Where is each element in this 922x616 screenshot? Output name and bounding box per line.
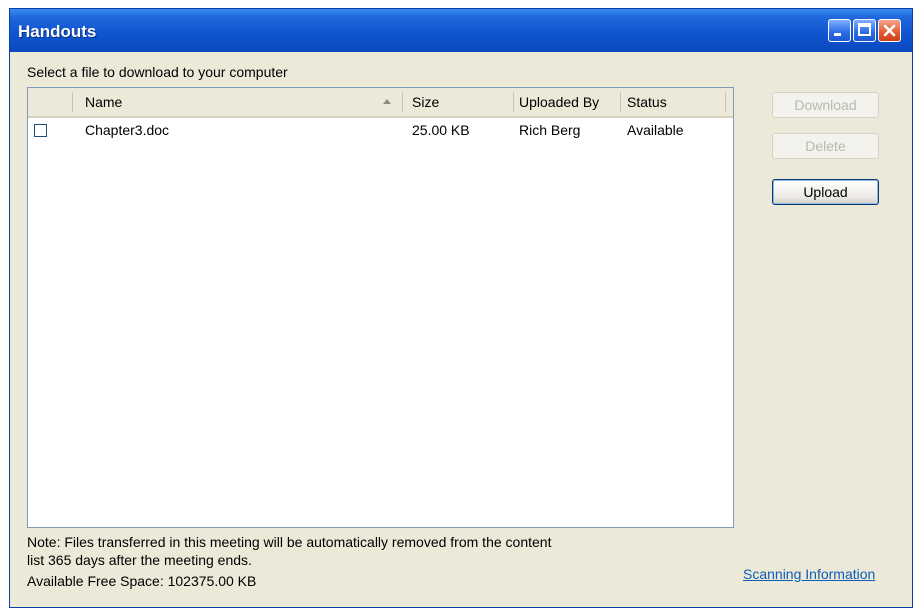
table-row[interactable]: Chapter3.doc 25.00 KB Rich Berg Availabl… — [28, 118, 733, 144]
close-icon — [883, 24, 896, 37]
column-header-name[interactable]: Name — [85, 94, 122, 110]
close-button[interactable] — [878, 19, 901, 42]
column-header-uploaded-by[interactable]: Uploaded By — [519, 94, 599, 110]
file-status: Available — [627, 122, 684, 138]
file-name: Chapter3.doc — [85, 122, 170, 138]
sort-ascending-icon — [383, 99, 391, 104]
column-header-size[interactable]: Size — [412, 94, 439, 110]
minimize-icon — [834, 33, 841, 36]
column-divider[interactable] — [72, 92, 73, 112]
file-size: 25.00 KB — [412, 122, 470, 138]
retention-note-line: list 365 days after the meeting ends. — [27, 552, 252, 568]
file-uploader: Rich Berg — [519, 122, 581, 138]
file-list[interactable]: Name Size Uploaded By Status Chapter3.do… — [27, 87, 734, 528]
maximize-button[interactable] — [853, 19, 876, 42]
list-header: Name Size Uploaded By Status — [28, 88, 733, 118]
retention-note: Note: Files transferred in this meeting … — [27, 533, 551, 569]
scanning-information-link[interactable]: Scanning Information — [743, 566, 875, 582]
upload-button[interactable]: Upload — [772, 179, 879, 205]
download-button[interactable]: Download — [772, 92, 879, 118]
free-space-text: Available Free Space: 102375.00 KB — [27, 573, 257, 589]
row-checkbox[interactable] — [34, 124, 47, 137]
delete-button[interactable]: Delete — [772, 133, 879, 159]
column-divider[interactable] — [725, 92, 726, 112]
column-divider[interactable] — [402, 92, 403, 112]
handouts-window: Handouts Select a file to download to yo… — [9, 8, 913, 608]
minimize-button[interactable] — [828, 19, 851, 42]
title-bar[interactable]: Handouts — [10, 9, 912, 52]
instruction-text: Select a file to download to your comput… — [27, 64, 288, 80]
column-divider[interactable] — [620, 92, 621, 112]
window-title: Handouts — [18, 22, 97, 41]
retention-note-line: Note: Files transferred in this meeting … — [27, 534, 552, 550]
column-divider[interactable] — [513, 92, 514, 112]
maximize-icon — [858, 23, 871, 36]
column-header-status[interactable]: Status — [627, 94, 667, 110]
